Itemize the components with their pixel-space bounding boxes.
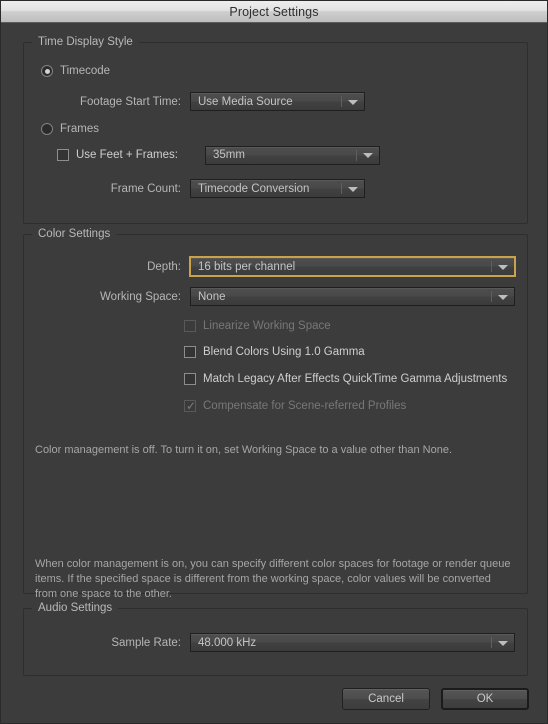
checkbox-blend-colors-gamma[interactable]	[184, 346, 196, 358]
row-compensate-scene-referred: ✓ Compensate for Scene-referred Profiles	[184, 399, 407, 413]
chevron-down-icon	[348, 99, 358, 105]
footage-start-time-value: Use Media Source	[198, 95, 293, 108]
radio-frames[interactable]	[41, 123, 53, 135]
row-footage-start-time: Footage Start Time: Use Media Source	[41, 92, 511, 111]
checkbox-compensate-scene-referred: ✓	[184, 399, 197, 413]
feet-frames-value: 35mm	[213, 149, 245, 161]
depth-label: Depth:	[147, 260, 181, 273]
row-sample-rate: Sample Rate: 48.000 kHz	[33, 633, 523, 652]
dialog-body: Time Display Style Timecode Footage Star…	[1, 24, 547, 723]
use-feet-frames-label: Use Feet + Frames:	[76, 149, 178, 161]
window-title: Project Settings	[229, 4, 319, 19]
footage-start-time-dropdown[interactable]: Use Media Source	[190, 92, 365, 111]
row-working-space: Working Space: None	[33, 287, 523, 306]
chevron-down-icon	[498, 294, 508, 300]
dropdown-separator	[491, 261, 492, 272]
row-linearize-working-space: Linearize Working Space	[184, 320, 331, 332]
depth-dropdown[interactable]: 16 bits per channel	[190, 257, 515, 276]
radio-timecode-label: Timecode	[60, 65, 111, 77]
group-legend-audio-settings: Audio Settings	[32, 602, 119, 614]
chevron-down-icon	[498, 640, 508, 646]
row-use-feet-frames: Use Feet + Frames: 35mm	[57, 145, 517, 165]
check-icon: ✓	[186, 399, 197, 413]
cancel-button-label: Cancel	[368, 693, 404, 705]
ok-button-label: OK	[476, 693, 494, 705]
group-time-display-style: Time Display Style Timecode Footage Star…	[23, 36, 528, 224]
dropdown-separator	[491, 637, 492, 648]
dropdown-separator	[491, 291, 492, 302]
working-space-value: None	[198, 290, 226, 303]
dropdown-separator	[341, 96, 342, 107]
project-settings-dialog: Project Settings Time Display Style Time…	[0, 0, 548, 724]
chevron-down-icon	[348, 186, 358, 192]
working-space-label: Working Space:	[100, 290, 181, 303]
dropdown-separator	[341, 183, 342, 194]
match-legacy-quicktime-gamma-label: Match Legacy After Effects QuickTime Gam…	[203, 373, 508, 385]
row-blend-colors-gamma[interactable]: Blend Colors Using 1.0 Gamma	[184, 346, 365, 358]
radio-row-timecode[interactable]: Timecode	[41, 65, 110, 77]
checkbox-match-legacy-quicktime-gamma[interactable]	[184, 373, 196, 385]
title-bar: Project Settings	[1, 1, 547, 23]
sample-rate-dropdown[interactable]: 48.000 kHz	[190, 633, 515, 652]
group-legend-color-settings: Color Settings	[32, 228, 117, 240]
chevron-down-icon	[498, 264, 508, 270]
radio-row-frames[interactable]: Frames	[41, 123, 99, 135]
group-legend-time-display-style: Time Display Style	[32, 36, 139, 48]
depth-value: 16 bits per channel	[198, 260, 296, 273]
radio-frames-label: Frames	[60, 123, 99, 135]
checkbox-use-feet-frames[interactable]	[57, 149, 69, 161]
row-match-legacy-quicktime-gamma[interactable]: Match Legacy After Effects QuickTime Gam…	[184, 373, 507, 385]
group-audio-settings: Audio Settings Sample Rate: 48.000 kHz	[23, 602, 528, 676]
color-management-status-text: Color management is off. To turn it on, …	[35, 444, 453, 456]
group-color-settings: Color Settings Depth: 16 bits per channe…	[23, 228, 528, 600]
radio-timecode[interactable]	[41, 65, 53, 77]
ok-button[interactable]: OK	[441, 688, 529, 710]
blend-colors-gamma-label: Blend Colors Using 1.0 Gamma	[203, 346, 365, 358]
cancel-button[interactable]: Cancel	[342, 688, 430, 710]
row-depth: Depth: 16 bits per channel	[33, 257, 523, 276]
row-frame-count: Frame Count: Timecode Conversion	[41, 179, 511, 198]
frame-count-label: Frame Count:	[110, 182, 181, 195]
frame-count-value: Timecode Conversion	[198, 182, 310, 195]
linearize-working-space-label: Linearize Working Space	[203, 320, 331, 332]
sample-rate-value: 48.000 kHz	[198, 636, 257, 649]
color-management-help-text: When color management is on, you can spe…	[35, 558, 511, 600]
chevron-down-icon	[363, 153, 373, 158]
sample-rate-label: Sample Rate:	[111, 636, 181, 649]
dropdown-separator	[356, 149, 357, 161]
compensate-scene-referred-label: Compensate for Scene-referred Profiles	[203, 400, 407, 412]
working-space-dropdown[interactable]: None	[190, 287, 515, 306]
footage-start-time-label: Footage Start Time:	[80, 95, 181, 108]
feet-frames-dropdown[interactable]: 35mm	[205, 145, 380, 165]
checkbox-linearize-working-space	[184, 320, 196, 332]
frame-count-dropdown[interactable]: Timecode Conversion	[190, 179, 365, 198]
